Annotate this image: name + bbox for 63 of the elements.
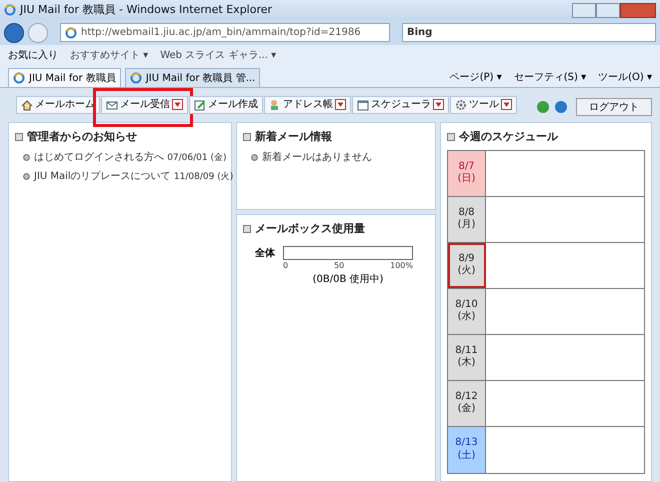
window-title: JIU Mail for 教職員 - Windows Internet Explorer [20, 2, 272, 18]
panel-title: 新着メール情報 [255, 129, 332, 145]
browser-tab[interactable]: JIU Mail for 教職員 [8, 68, 121, 87]
panel-title: メールボックス使用量 [255, 221, 365, 237]
pencil-page-icon [194, 98, 206, 110]
favorites-link[interactable]: おすすめサイト ▾ [70, 48, 148, 62]
ie-icon [4, 4, 16, 16]
caret-icon [335, 99, 346, 110]
bullet-square-icon [15, 133, 23, 142]
day-cell[interactable]: 8/13 (土) [448, 426, 486, 472]
gear-icon [455, 98, 467, 110]
toolbar-button[interactable]: スケジューラ [352, 96, 449, 114]
tick-label: 50 [334, 260, 344, 272]
usage-label: 全体 [255, 246, 275, 260]
maximize-button[interactable] [596, 2, 620, 18]
search-field[interactable]: Bing [402, 23, 656, 42]
favorites-link[interactable]: Web スライス ギャラ... ▾ [160, 48, 276, 62]
envelope-icon [106, 98, 118, 110]
tick-label: 100% [390, 260, 413, 272]
day-cell[interactable]: 8/12 (金) [448, 380, 486, 426]
page-icon [65, 26, 77, 38]
caret-icon [172, 99, 183, 110]
notice-link[interactable]: はじめてログインされる方へ 07/06/01 (金) [34, 150, 226, 165]
panel-title: 今週のスケジュール [459, 129, 558, 145]
command-menu[interactable]: ツール(O) ▾ [598, 70, 652, 85]
toolbar-button[interactable]: メール作成 [189, 96, 263, 114]
usage-text: (0B/0B 使用中) [312, 272, 384, 286]
toolbar-button[interactable]: メール受信 [101, 96, 188, 114]
toolbar-button[interactable]: アドレス帳 [264, 96, 351, 114]
info-icon[interactable] [536, 100, 550, 114]
browser-tab[interactable]: JIU Mail for 教職員 管... [124, 68, 260, 87]
toolbar-button[interactable]: ツール [450, 96, 517, 114]
command-menu[interactable]: ページ(P) ▾ [450, 70, 502, 85]
house-icon [21, 98, 33, 110]
address-field[interactable]: http://webmail1.jiu.ac.jp/am_bin/ammain/top?id=21986 [60, 23, 390, 42]
day-cell[interactable]: 8/7 (日) [448, 150, 486, 196]
minimize-button[interactable] [572, 2, 596, 18]
new-mail-message: 新着メールはありません [262, 150, 372, 164]
ie-icon [13, 72, 25, 84]
notice-link[interactable]: JIU Mailのリプレースについて 11/08/09 (火) [34, 169, 234, 184]
caret-icon [433, 99, 444, 110]
ie-icon [130, 72, 142, 84]
day-cell[interactable]: 8/8 (月) [448, 196, 486, 242]
bullet-square-icon [243, 133, 251, 142]
day-cell[interactable]: 8/11 (木) [448, 334, 486, 380]
close-button[interactable] [620, 2, 656, 18]
logout-button[interactable]: ログアウト [576, 98, 652, 116]
favorites-button[interactable]: お気に入り [8, 48, 58, 62]
bullet-dot-icon [23, 173, 30, 180]
back-button[interactable] [4, 22, 24, 42]
day-cell[interactable]: 8/9 (火) [448, 242, 486, 288]
panel-title: 管理者からのお知らせ [27, 129, 137, 145]
bullet-dot-icon [23, 154, 30, 161]
help-icon[interactable] [554, 100, 568, 114]
command-menu[interactable]: セーフティ(S) ▾ [514, 70, 586, 85]
calendar-icon [357, 98, 369, 110]
bullet-dot-icon [251, 154, 258, 160]
tick-label: 0 [283, 260, 288, 272]
bullet-square-icon [447, 133, 455, 142]
bullet-square-icon [243, 225, 251, 234]
day-cell[interactable]: 8/10 (水) [448, 288, 486, 334]
person-icon [269, 98, 281, 110]
caret-icon [501, 99, 512, 110]
